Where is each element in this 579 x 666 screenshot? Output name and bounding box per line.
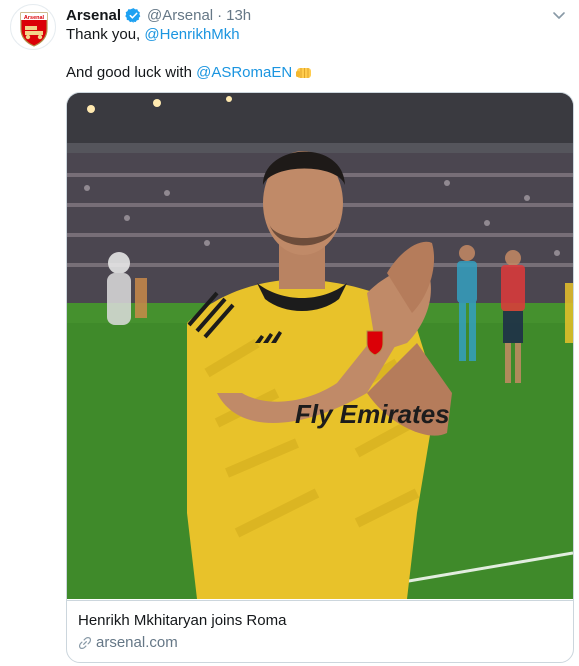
crest-text: Arsenal [24, 15, 45, 21]
chevron-down-icon[interactable] [551, 7, 567, 23]
tweet-timestamp[interactable]: 13h [226, 7, 251, 24]
account-handle[interactable]: @Arsenal [147, 7, 213, 24]
arsenal-crest-logo: Arsenal [20, 12, 48, 47]
avatar[interactable]: Arsenal [10, 4, 56, 50]
card-domain-text: arsenal.com [96, 634, 178, 651]
mention-link-asromaen[interactable]: @ASRomaEN [196, 63, 292, 83]
shirt-sponsor-text: Fly Emirates [295, 399, 450, 429]
card-image[interactable]: Fly Emirates [67, 93, 573, 599]
verified-badge-icon [125, 7, 141, 23]
tweet-text-line-2: And good luck with @ASRomaEN [66, 63, 313, 83]
tweet-text: Thank you, [66, 26, 145, 43]
account-name[interactable]: Arsenal [66, 7, 121, 24]
tweet-header: Arsenal @Arsenal · 13h [66, 5, 251, 25]
mention-link-henrikhmkh[interactable]: @HenrikhMkh [144, 26, 239, 43]
separator-dot: · [217, 6, 223, 24]
link-card[interactable]: Fly Emirates Henrikh Mkhitaryan joins Ro… [66, 92, 574, 663]
card-domain[interactable]: arsenal.com [78, 634, 178, 651]
tweet-text-line-1: Thank you, @HenrikhMkh [66, 25, 240, 45]
card-title[interactable]: Henrikh Mkhitaryan joins Roma [78, 612, 286, 629]
link-icon [78, 636, 92, 649]
tweet-text: And good luck with [66, 64, 192, 81]
oncoming-fist-icon [296, 68, 312, 78]
tweet[interactable]: Arsenal Arsenal @Arsenal · 13h Thank you… [0, 0, 579, 666]
card-footer[interactable]: Henrikh Mkhitaryan joins Roma arsenal.co… [67, 600, 573, 662]
